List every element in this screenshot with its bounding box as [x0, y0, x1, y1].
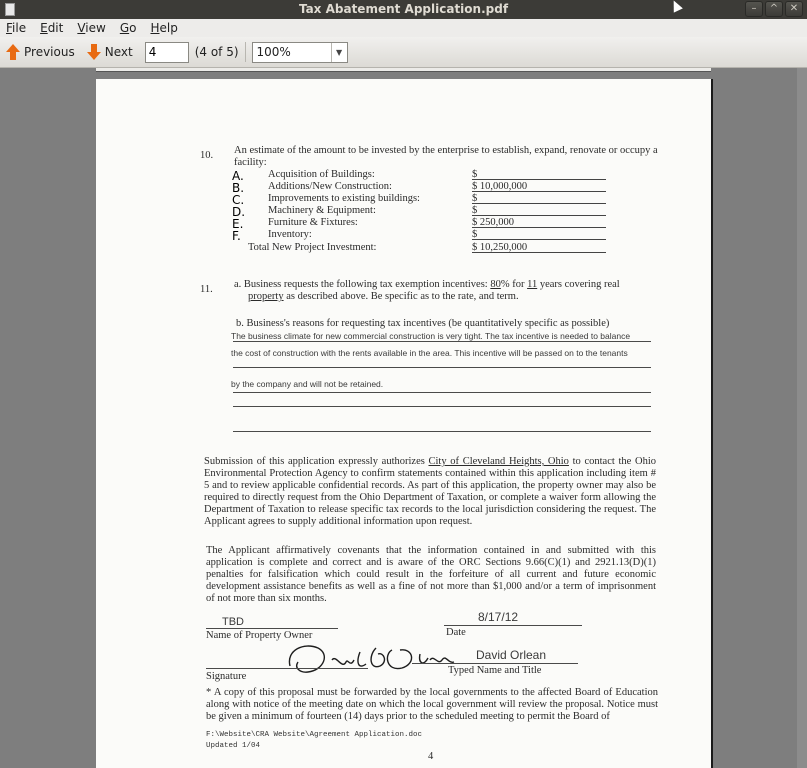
date-value: 8/17/12 [478, 610, 519, 624]
updated-date: Updated 1/04 [206, 742, 261, 750]
date-label: Date [446, 627, 466, 638]
investment-row: F. Inventory: $ [232, 229, 612, 243]
document-viewer[interactable]: 10. An estimate of the amount to be inve… [0, 68, 807, 768]
q11b-answer-line3: by the company and will not be retained. [231, 379, 384, 389]
q11a-line2: property as described above. Be specific… [248, 291, 519, 302]
total-investment-amount: $ 10,250,000 [472, 242, 606, 253]
menu-bar: File Edit View Go Help [0, 19, 807, 37]
window-titlebar: Tax Abatement Application.pdf – ^ ✕ [0, 0, 807, 19]
city-name: City of Cleveland Heights, Ohio [428, 456, 569, 467]
q10-line1: An estimate of the amount to be invested… [234, 145, 658, 156]
chevron-down-icon[interactable]: ▼ [330, 42, 347, 62]
arrow-up-icon [6, 44, 20, 60]
arrow-down-icon [86, 44, 101, 60]
investment-row: A. Acquisition of Buildings: $ [232, 169, 612, 183]
previous-page-edge [96, 68, 711, 72]
toolbar-divider [244, 42, 246, 62]
investment-row: E. Furniture & Fixtures: $ 250,000 [232, 217, 612, 231]
answer-rule [233, 406, 651, 407]
investment-row: C. Improvements to existing buildings: $ [232, 193, 612, 207]
q11b-answer-line2: the cost of construction with the rents … [231, 348, 628, 358]
date-rule [444, 625, 582, 626]
typed-name-rule [412, 663, 578, 664]
page-number-input[interactable] [144, 41, 189, 63]
close-button[interactable]: ✕ [785, 1, 803, 17]
signature-label: Signature [206, 671, 247, 682]
zoom-select[interactable]: 100% ▼ [251, 41, 348, 63]
menu-go[interactable]: Go [120, 21, 137, 35]
zoom-value: 100% [256, 45, 291, 59]
window-title: Tax Abatement Application.pdf [298, 2, 509, 16]
toolbar: Previous Next (4 of 5) 100% ▼ [0, 37, 807, 68]
q10-line2: facility: [234, 157, 267, 168]
maximize-button[interactable]: ^ [765, 1, 783, 17]
q10-number: 10. [200, 150, 214, 161]
page-count: (4 of 5) [194, 45, 239, 59]
covenant-paragraph: The Applicant affirmatively covenants th… [206, 545, 656, 604]
next-button[interactable]: Next [86, 44, 133, 60]
authorization-paragraph: Submission of this application expressly… [204, 456, 656, 527]
owner-rule [206, 628, 338, 629]
q11-number: 11. [200, 284, 213, 295]
signature-rule [206, 668, 368, 669]
total-investment-label: Total New Project Investment: [248, 242, 377, 253]
handwritten-signature [288, 645, 455, 673]
menu-edit[interactable]: Edit [40, 21, 63, 35]
investment-row: B. Additions/New Construction: $ 10,000,… [232, 181, 612, 195]
typed-name-value: David Orlean [476, 648, 547, 662]
menu-file[interactable]: File [6, 21, 26, 35]
footnote: * A copy of this proposal must be forwar… [206, 687, 658, 722]
answer-rule [233, 392, 651, 393]
answer-rule [233, 367, 651, 368]
typed-name-label: Typed Name and Title [448, 665, 542, 676]
minimize-button[interactable]: – [745, 1, 763, 17]
exemption-years: 11 [527, 279, 538, 290]
menu-help[interactable]: Help [150, 21, 177, 35]
vertical-scrollbar[interactable] [797, 68, 807, 768]
property-owner-value: TBD [222, 616, 244, 628]
answer-rule [233, 341, 651, 342]
previous-button[interactable]: Previous [6, 44, 75, 60]
pdf-page: 10. An estimate of the amount to be inve… [96, 79, 711, 768]
q11b-heading: b. Business's reasons for requesting tax… [236, 318, 610, 329]
investment-row: D. Machinery & Equipment: $ [232, 205, 612, 219]
window-controls: – ^ ✕ [745, 1, 803, 17]
exemption-percent: 80 [490, 279, 501, 290]
page-number: 4 [428, 751, 434, 762]
menu-view[interactable]: View [77, 21, 105, 35]
answer-rule [233, 431, 651, 432]
q11a-line1: a. Business requests the following tax e… [234, 279, 620, 290]
